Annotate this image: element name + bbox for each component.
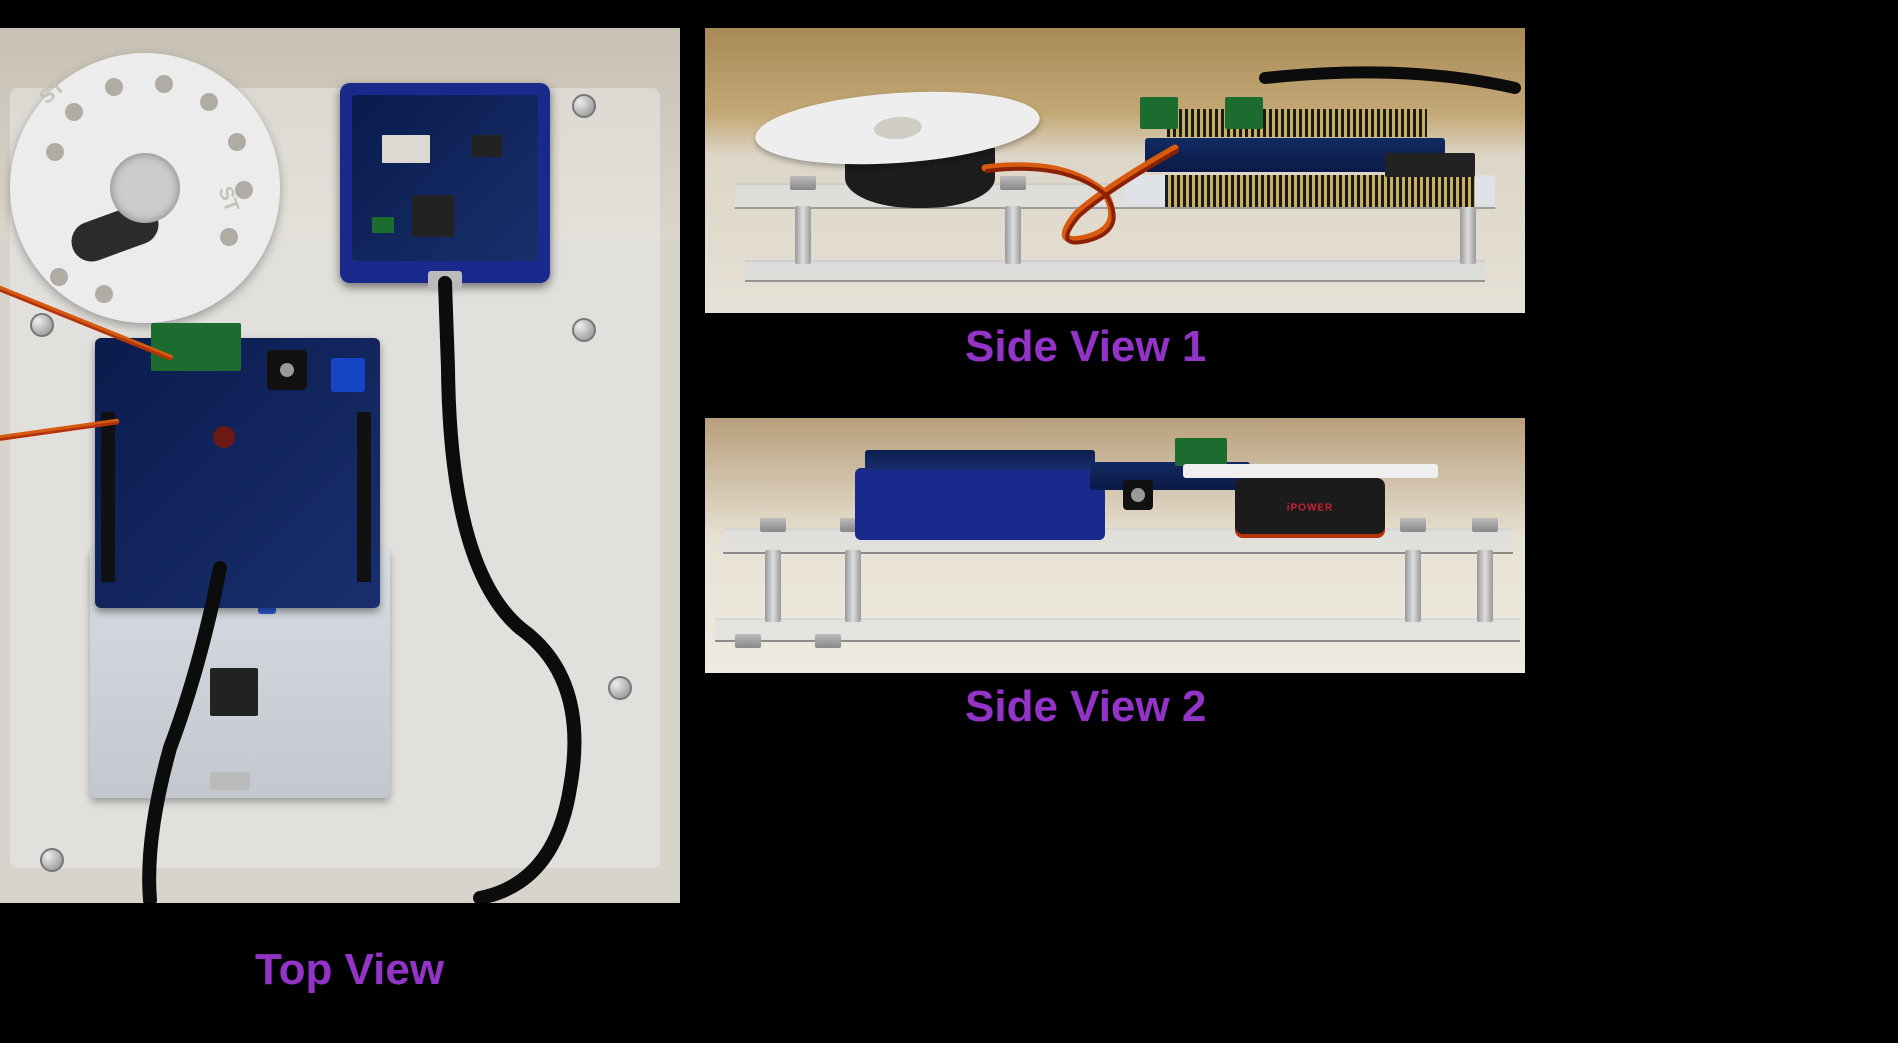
- inductor: [213, 426, 235, 448]
- nucleo-board-stack: [90, 328, 390, 798]
- disc-hub: [873, 115, 922, 140]
- gimbal-motor: iPOWER: [1235, 478, 1385, 538]
- acrylic-lower-plate: [745, 260, 1485, 282]
- standoff-bolt: [572, 94, 596, 118]
- standoff-bolt: [40, 848, 64, 872]
- standoff-bolt: [30, 313, 54, 337]
- caption-side-view-1: Side View 1: [965, 322, 1206, 372]
- ic-chip: [472, 135, 502, 157]
- ic-chip: [1385, 153, 1475, 177]
- pin-header-right: [357, 412, 371, 582]
- trim-potentiometer: [331, 358, 365, 392]
- screw-terminal: [1225, 97, 1263, 129]
- standoff: [1477, 550, 1493, 622]
- rf-module: [382, 135, 430, 163]
- dc-barrel-jack: [1123, 480, 1153, 510]
- mcu-chip: [412, 195, 454, 237]
- standoff-bolt: [608, 676, 632, 700]
- standoff: [845, 550, 861, 622]
- caption-side-view-2: Side View 2: [965, 682, 1206, 732]
- hex-nut: [760, 518, 786, 532]
- hex-nut: [735, 634, 761, 648]
- caption-top-view: Top View: [255, 945, 444, 995]
- disc-slot: [66, 199, 164, 267]
- disc-hole: [50, 268, 68, 286]
- sensor-tile-box: [340, 83, 550, 283]
- disc-hole: [105, 78, 123, 96]
- pin-header-left: [101, 412, 115, 582]
- stm32-mcu: [210, 668, 258, 716]
- side-view-2-photo: iPOWER: [705, 418, 1525, 673]
- mini-usb-port: [210, 772, 250, 790]
- pin-header-row: [1167, 109, 1427, 137]
- disc-hole: [228, 133, 246, 151]
- disc-hole: [65, 103, 83, 121]
- sensor-tile-pcb: [865, 450, 1095, 470]
- encoder-disc: ST ST: [10, 53, 280, 323]
- terminal-block: [372, 217, 394, 233]
- standoff: [795, 206, 811, 264]
- sensor-tile-pcb: [352, 95, 538, 261]
- hex-nut: [815, 634, 841, 648]
- hex-nut: [790, 176, 816, 190]
- top-view-photo: ST ST: [0, 28, 680, 903]
- board-stack: [1125, 113, 1505, 213]
- hex-nut: [1000, 176, 1026, 190]
- motor-driver-shield: [95, 338, 380, 608]
- screw-terminal: [1140, 97, 1178, 129]
- standoff: [1005, 206, 1021, 264]
- disc-hole: [46, 143, 64, 161]
- disc-hole: [200, 93, 218, 111]
- side-view-1-photo: [705, 28, 1525, 313]
- disc-hole: [220, 228, 238, 246]
- standoff: [1405, 550, 1421, 622]
- encoder-disc-edge: [1183, 464, 1438, 478]
- disc-hole: [95, 285, 113, 303]
- micro-usb-port: [428, 271, 462, 289]
- standoff: [1460, 206, 1476, 264]
- hex-nut: [1472, 518, 1498, 532]
- standoff-bolt: [572, 318, 596, 342]
- disc-hole: [155, 75, 173, 93]
- dc-barrel-jack: [267, 350, 307, 390]
- screw-terminal: [151, 323, 241, 371]
- hex-nut: [1400, 518, 1426, 532]
- motor-brand-label: iPOWER: [1287, 503, 1334, 514]
- pin-header-row: [1165, 175, 1475, 207]
- screw-terminal: [1175, 438, 1227, 466]
- sensor-tile-box: [855, 468, 1105, 540]
- standoff: [765, 550, 781, 622]
